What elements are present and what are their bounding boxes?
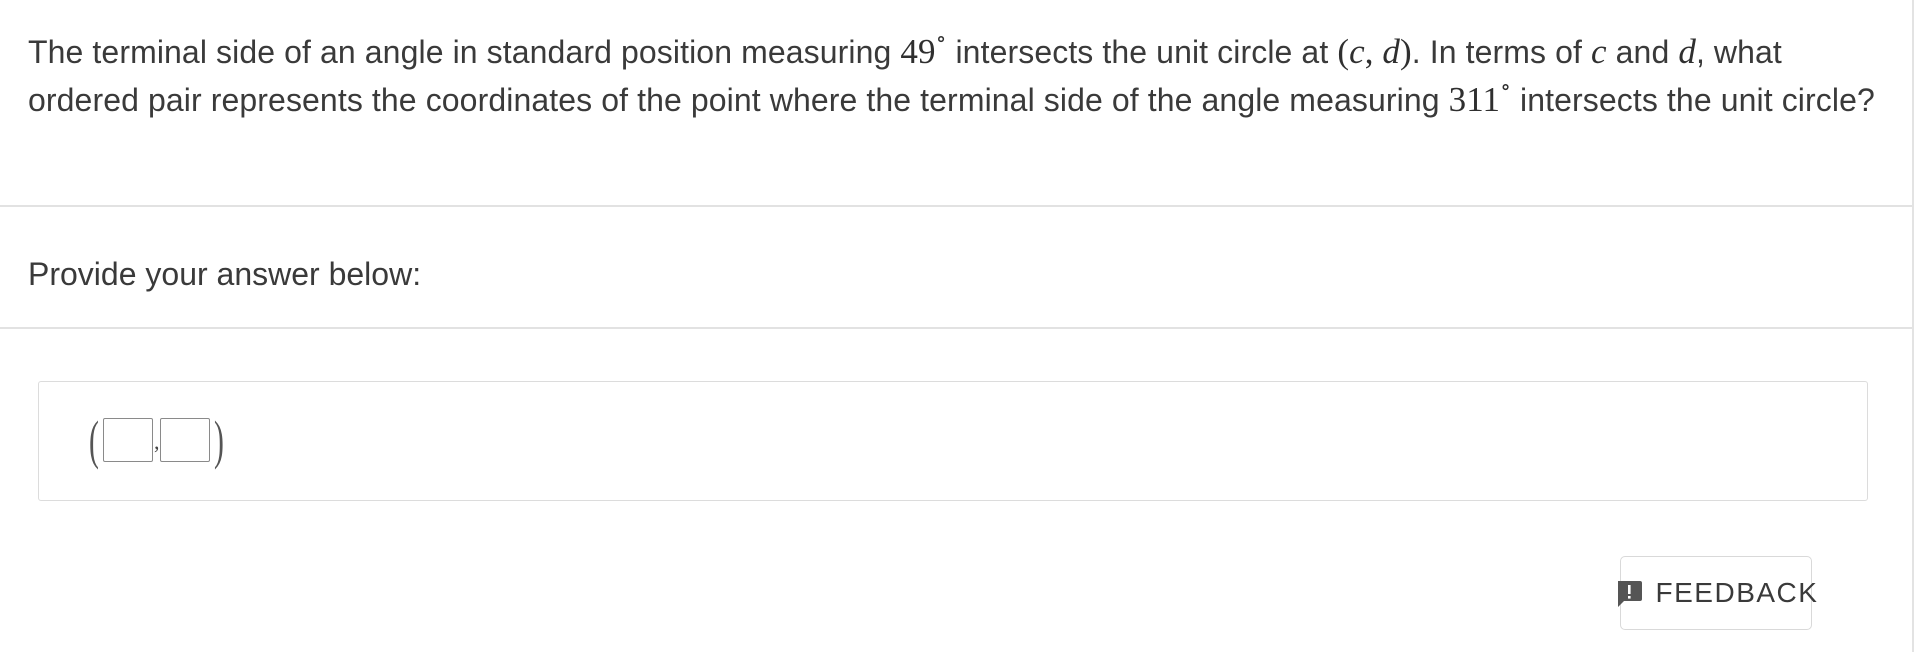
degree-symbol-2: ∘ (1500, 74, 1512, 100)
angle-value-2: 311 (1448, 80, 1501, 119)
point-separator: , (1364, 32, 1383, 71)
divider-top (0, 205, 1912, 207)
feedback-label: FEEDBACK (1655, 577, 1819, 608)
question-part-1: The terminal side of an angle in standar… (28, 34, 901, 70)
close-paren: ) (214, 410, 225, 470)
angle-311-math: 311∘ (1448, 76, 1511, 119)
degree-symbol-1: ∘ (935, 26, 947, 52)
ordered-pair-input: ( , ) (85, 410, 228, 470)
point-open-paren: ( (1337, 32, 1350, 71)
variable-c-2: c (1591, 32, 1607, 71)
feedback-exclamation-icon (1614, 578, 1644, 608)
question-text: The terminal side of an angle in standar… (28, 28, 1890, 124)
divider-bottom (0, 327, 1912, 329)
first-coordinate-input[interactable] (102, 418, 153, 462)
answer-prompt: Provide your answer below: (28, 256, 422, 292)
point-c-d-math: (c, d) (1337, 32, 1411, 71)
variable-c: c (1349, 32, 1365, 71)
angle-49-math: 49∘ (900, 28, 946, 71)
question-part-6: intersects the unit circle? (1511, 82, 1875, 118)
question-part-4: and (1606, 34, 1679, 70)
feedback-button[interactable]: FEEDBACK (1617, 556, 1817, 630)
answer-box: ( , ) (38, 381, 1868, 501)
variable-d: d (1382, 32, 1401, 71)
variable-c-inline: c (1591, 32, 1607, 71)
point-close-paren: ) (1400, 32, 1412, 71)
question-panel: The terminal side of an angle in standar… (0, 0, 1914, 652)
angle-value-1: 49 (900, 32, 936, 71)
variable-d-2: d (1678, 32, 1696, 71)
question-part-3: . In terms of (1411, 34, 1592, 70)
open-paren: ( (89, 410, 99, 470)
variable-d-inline: d (1678, 32, 1696, 71)
second-coordinate-input[interactable] (160, 418, 211, 462)
question-part-2: intersects the unit circle at (946, 34, 1338, 70)
pair-comma: , (153, 429, 160, 454)
